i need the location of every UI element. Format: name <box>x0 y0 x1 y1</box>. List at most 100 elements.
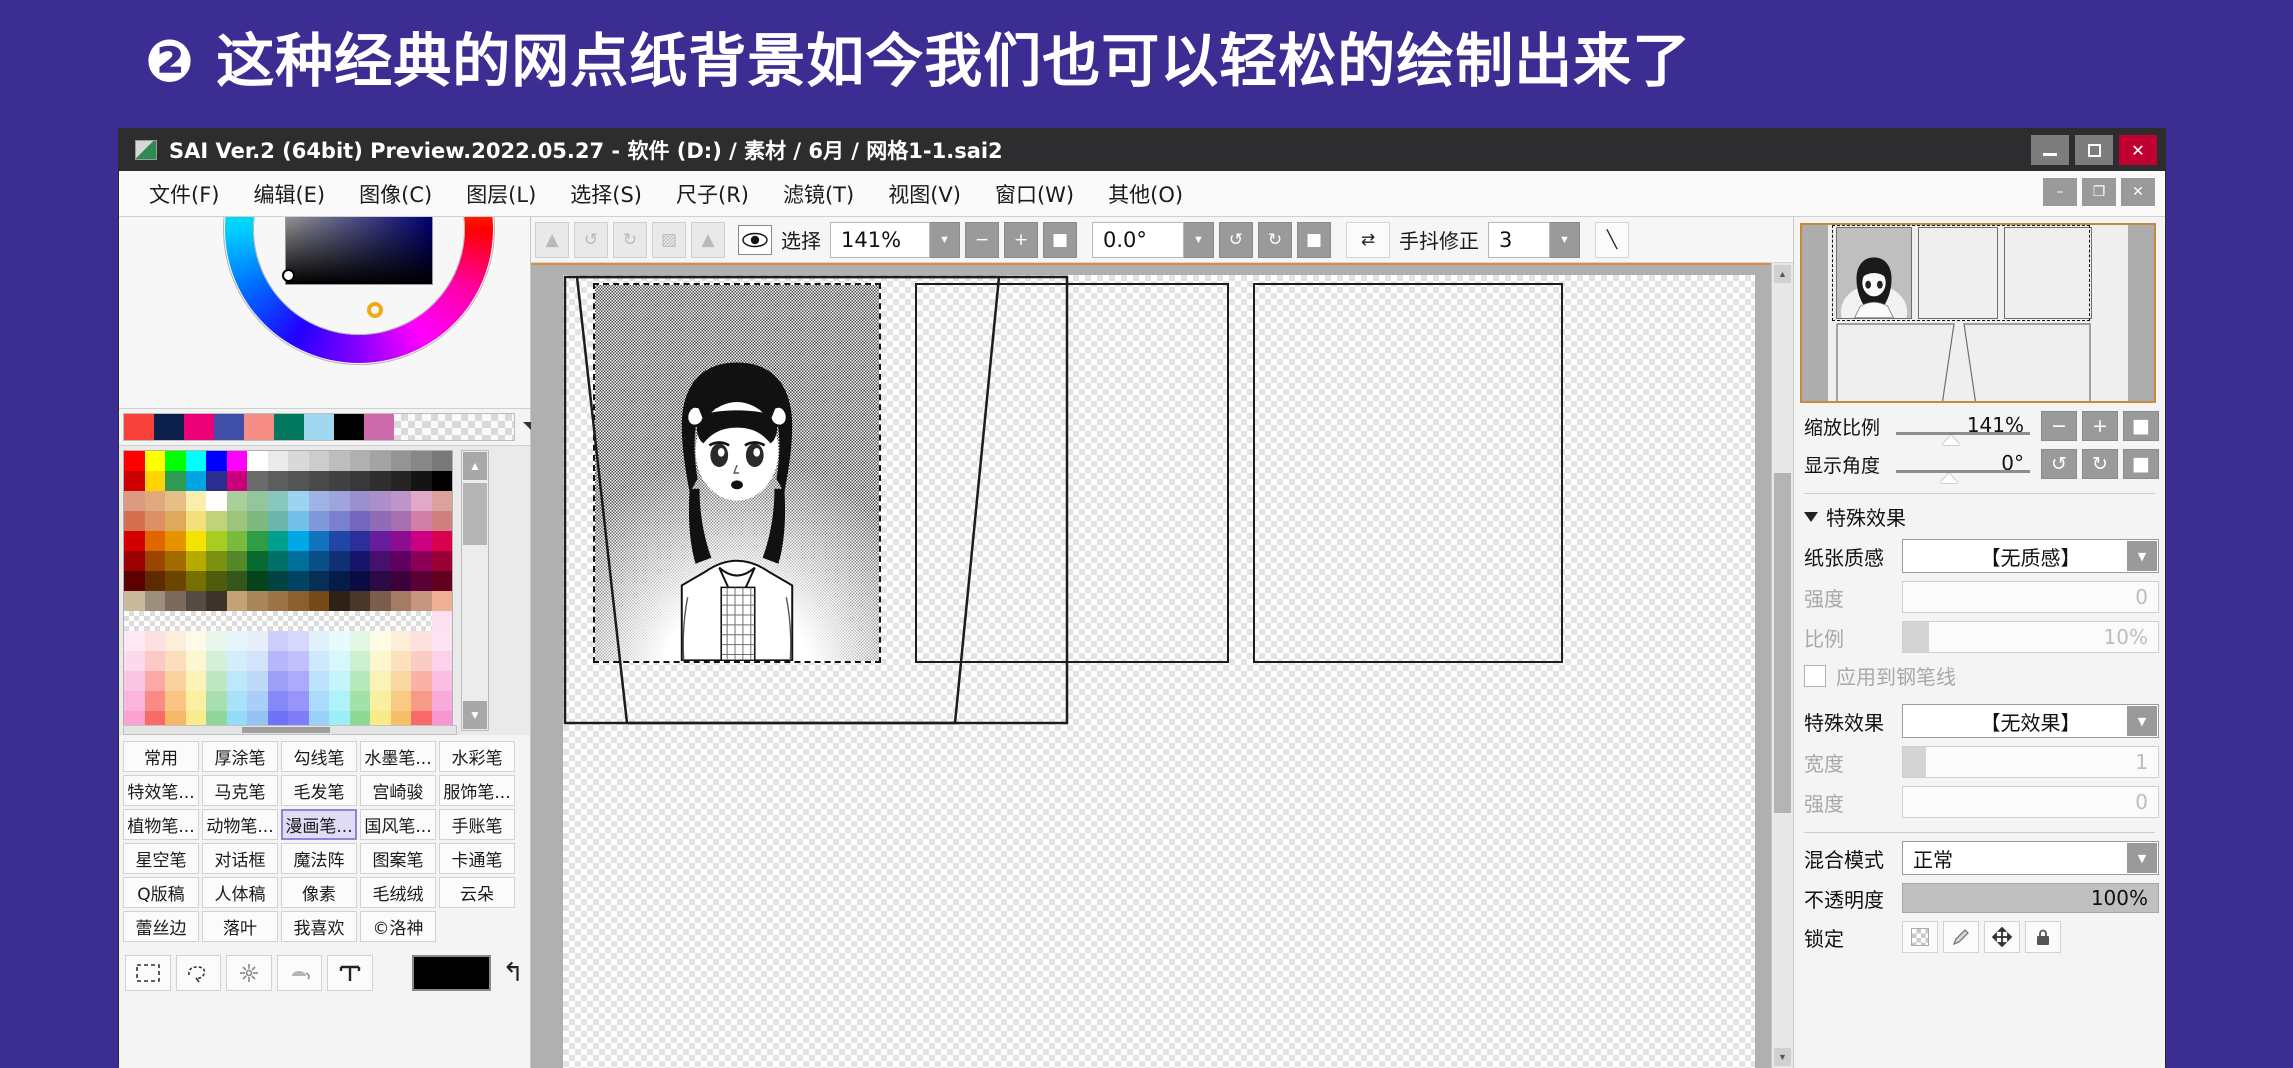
palette-cell-2-4[interactable] <box>206 491 227 511</box>
palette-cell-8-13[interactable] <box>390 611 411 631</box>
palette-cell-10-2[interactable] <box>165 651 186 671</box>
palette-cell-12-10[interactable] <box>329 691 350 711</box>
palette-cell-8-1[interactable] <box>144 611 165 631</box>
palette-cell-9-13[interactable] <box>390 631 411 651</box>
palette-cell-2-3[interactable] <box>185 491 206 511</box>
palette-cell-9-4[interactable] <box>206 631 227 651</box>
zoom-in-button[interactable]: + <box>1004 221 1038 258</box>
palette-cell-0-9[interactable] <box>308 451 329 471</box>
palette-cell-1-14[interactable] <box>411 471 432 491</box>
palette-cell-11-4[interactable] <box>206 671 227 691</box>
palette-cell-2-14[interactable] <box>411 491 432 511</box>
palette-cell-4-15[interactable] <box>431 531 452 551</box>
stabilizer-combo[interactable]: 3 ▼ <box>1488 221 1580 258</box>
doc-close-button[interactable]: ✕ <box>2121 178 2155 206</box>
canvas-vertical-scrollbar[interactable]: ▲ ▼ <box>1771 263 1793 1068</box>
palette-cell-6-11[interactable] <box>349 571 370 591</box>
palette-cell-10-11[interactable] <box>349 651 370 671</box>
palette-cell-11-5[interactable] <box>226 671 247 691</box>
line-tool-icon[interactable]: ╲ <box>1595 221 1629 258</box>
rotate-cw-button[interactable]: ↻ <box>1258 221 1292 258</box>
lock-paint-icon[interactable] <box>1943 921 1979 953</box>
palette-cell-3-2[interactable] <box>165 511 186 531</box>
palette-cell-12-1[interactable] <box>144 691 165 711</box>
color-swatch-4[interactable] <box>244 414 274 440</box>
palette-scroll-up-icon[interactable]: ▲ <box>463 452 487 480</box>
hue-cursor-icon[interactable] <box>367 302 383 318</box>
color-swatch-10[interactable] <box>424 414 454 440</box>
palette-cell-12-2[interactable] <box>165 691 186 711</box>
palette-cell-3-7[interactable] <box>267 511 288 531</box>
palette-cell-1-7[interactable] <box>267 471 288 491</box>
palette-cell-11-8[interactable] <box>288 671 309 691</box>
palette-cell-4-0[interactable] <box>124 531 145 551</box>
palette-cell-4-11[interactable] <box>349 531 370 551</box>
palette-cell-4-1[interactable] <box>144 531 165 551</box>
palette-cell-5-9[interactable] <box>308 551 329 571</box>
palette-cell-12-5[interactable] <box>226 691 247 711</box>
palette-cell-6-13[interactable] <box>390 571 411 591</box>
blend-mode-chevron-down-icon[interactable]: ▼ <box>2127 843 2157 873</box>
magic-wand-icon[interactable] <box>226 955 272 991</box>
palette-cell-10-5[interactable] <box>226 651 247 671</box>
zoom-slider[interactable]: 141% <box>1896 413 2030 445</box>
brush-preset-©洛神[interactable]: ©洛神 <box>360 911 436 942</box>
zoom-reset-button-side[interactable]: ■ <box>2123 411 2159 441</box>
color-swatch-3[interactable] <box>214 414 244 440</box>
apply-to-pen-row[interactable]: 应用到钢笔线 <box>1800 661 2159 690</box>
palette-cell-6-15[interactable] <box>431 571 452 591</box>
palette-cell-9-5[interactable] <box>226 631 247 651</box>
lock-move-icon[interactable] <box>1984 921 2020 953</box>
palette-cell-11-6[interactable] <box>247 671 268 691</box>
rotate-ccw-button-side[interactable]: ↺ <box>2041 449 2077 479</box>
color-swatch-7[interactable] <box>334 414 364 440</box>
palette-cell-8-15[interactable] <box>431 611 452 631</box>
brush-preset-水彩笔[interactable]: 水彩笔 <box>439 741 515 772</box>
palette-cell-1-0[interactable] <box>124 471 145 491</box>
zoom-in-button-side[interactable]: + <box>2082 411 2118 441</box>
palette-cell-10-0[interactable] <box>124 651 145 671</box>
palette-cell-12-4[interactable] <box>206 691 227 711</box>
zoom-chevron-down-icon[interactable]: ▼ <box>930 221 960 258</box>
rotate-reset-button-side[interactable]: ■ <box>2123 449 2159 479</box>
angle-value[interactable]: 0.0° <box>1092 221 1184 258</box>
palette-cell-0-15[interactable] <box>431 451 452 471</box>
palette-cell-7-7[interactable] <box>267 591 288 611</box>
palette-cell-3-8[interactable] <box>288 511 309 531</box>
palette-cell-2-2[interactable] <box>165 491 186 511</box>
palette-cell-8-8[interactable] <box>288 611 309 631</box>
palette-cell-2-13[interactable] <box>390 491 411 511</box>
brush-preset-像素[interactable]: 像素 <box>281 877 357 908</box>
palette-cell-7-1[interactable] <box>144 591 165 611</box>
palette-cell-1-2[interactable] <box>165 471 186 491</box>
palette-cell-9-3[interactable] <box>185 631 206 651</box>
palette-cell-3-6[interactable] <box>247 511 268 531</box>
palette-cell-3-15[interactable] <box>431 511 452 531</box>
palette-cell-6-9[interactable] <box>308 571 329 591</box>
palette-hscrollbar[interactable] <box>123 725 457 735</box>
brush-preset-云朵[interactable]: 云朵 <box>439 877 515 908</box>
palette-cell-7-2[interactable] <box>165 591 186 611</box>
brush-preset-对话框[interactable]: 对话框 <box>202 843 278 874</box>
palette-cell-7-3[interactable] <box>185 591 206 611</box>
menu-item-ruler[interactable]: 尺子(R) <box>676 179 749 209</box>
palette-cell-3-0[interactable] <box>124 511 145 531</box>
palette-cell-8-12[interactable] <box>370 611 391 631</box>
palette-cell-5-7[interactable] <box>267 551 288 571</box>
palette-cell-5-6[interactable] <box>247 551 268 571</box>
lock-all-icon[interactable] <box>2025 921 2061 953</box>
color-swatch-6[interactable] <box>304 414 334 440</box>
color-palette-grid[interactable] <box>123 450 453 771</box>
paper-texture-chevron-down-icon[interactable]: ▼ <box>2127 541 2157 571</box>
palette-cell-1-5[interactable] <box>226 471 247 491</box>
palette-cell-1-3[interactable] <box>185 471 206 491</box>
menu-item-window[interactable]: 窗口(W) <box>995 179 1074 209</box>
palette-cell-2-1[interactable] <box>144 491 165 511</box>
palette-cell-9-11[interactable] <box>349 631 370 651</box>
manga-page-canvas[interactable] <box>563 275 1755 1068</box>
palette-cell-7-15[interactable] <box>431 591 452 611</box>
special-effects-section-header[interactable]: 特殊效果 <box>1800 502 2159 531</box>
palette-cell-5-15[interactable] <box>431 551 452 571</box>
palette-cell-9-14[interactable] <box>411 631 432 651</box>
palette-cell-8-10[interactable] <box>329 611 350 631</box>
